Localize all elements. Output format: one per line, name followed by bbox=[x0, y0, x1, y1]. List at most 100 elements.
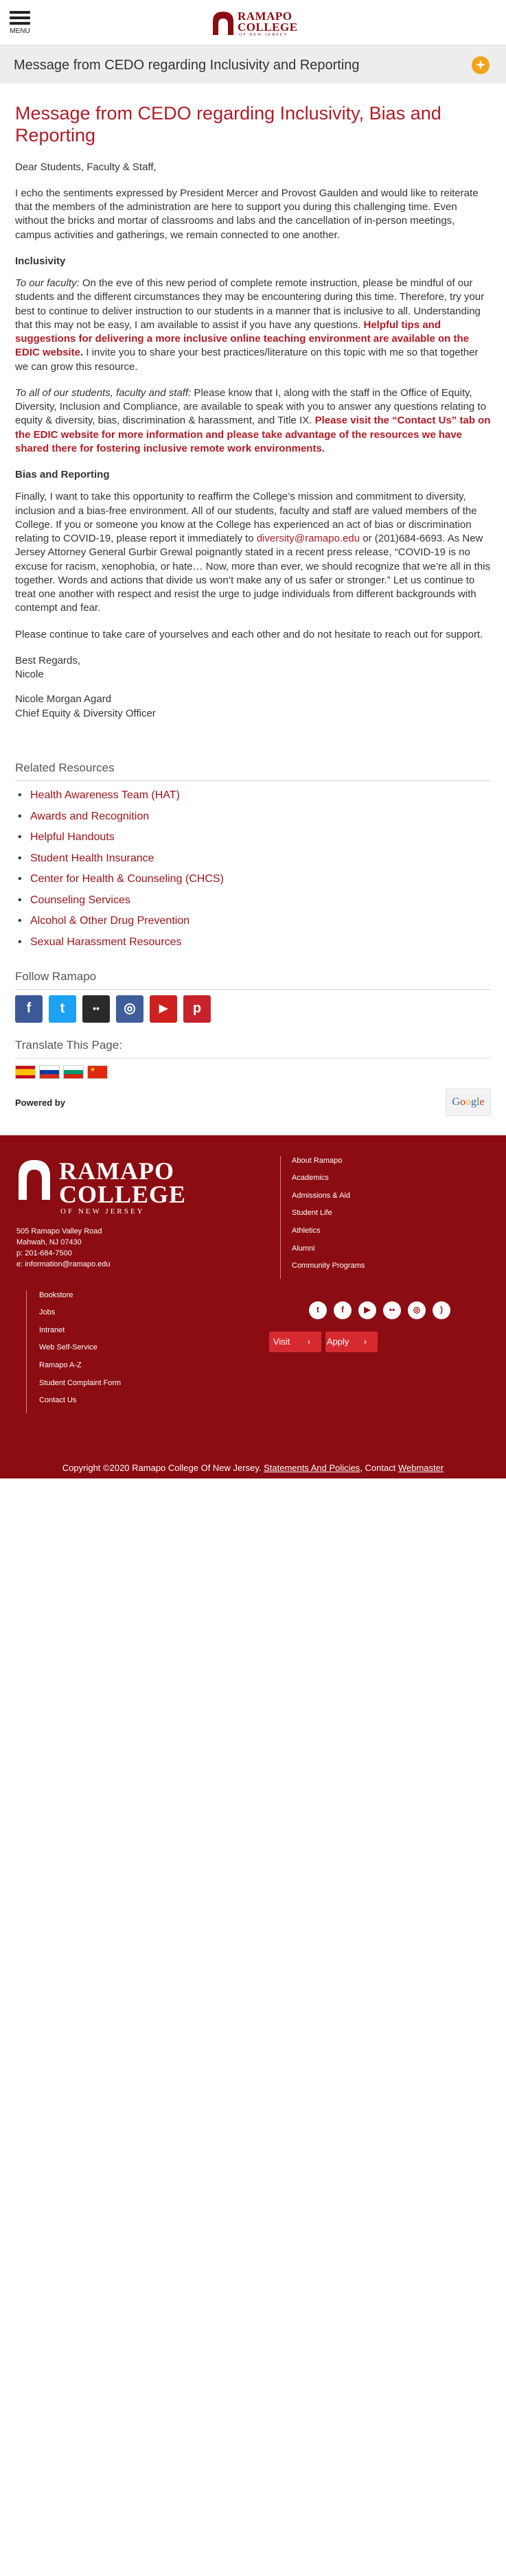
resource-link-hat[interactable]: Health Awareness Team (HAT) bbox=[18, 788, 491, 803]
instagram-icon[interactable]: ◎ bbox=[116, 995, 143, 1023]
menu-label: MENU bbox=[10, 27, 30, 35]
footer-link-alumni[interactable]: Alumni bbox=[292, 1244, 365, 1262]
footer-address: 505 Ramapo Valley Road Mahwah, NJ 07430 … bbox=[16, 1226, 111, 1270]
footer-logo-line3: OF NEW JERSEY bbox=[60, 1207, 145, 1216]
arch-logo-icon bbox=[213, 12, 233, 35]
footer-nav-secondary: Bookstore Jobs Intranet Web Self-Service… bbox=[26, 1290, 121, 1413]
powered-by-label: Powered by bbox=[15, 1097, 65, 1108]
resource-link-alcohol[interactable]: Alcohol & Other Drug Prevention bbox=[18, 914, 491, 929]
footer-logo[interactable]: RAMAPO COLLEGE OF NEW JERSEY bbox=[16, 1156, 185, 1218]
ramapo-logo[interactable]: RAMAPO COLLEGE OF NEW JERSEY bbox=[211, 8, 298, 38]
russian-flag-icon[interactable] bbox=[39, 1065, 60, 1079]
footer-link-complaint[interactable]: Student Complaint Form bbox=[39, 1378, 121, 1396]
instagram-icon[interactable]: ◎ bbox=[408, 1301, 426, 1319]
footer-link-bookstore[interactable]: Bookstore bbox=[39, 1290, 121, 1308]
resource-link-chcs[interactable]: Center for Health & Counseling (CHCS) bbox=[18, 872, 491, 887]
apply-button[interactable]: Apply › bbox=[325, 1331, 378, 1352]
faculty-after: I invite you to share your best practice… bbox=[15, 347, 479, 373]
follow-heading: Follow Ramapo bbox=[15, 969, 491, 990]
webmaster-link[interactable]: Webmaster bbox=[398, 1463, 444, 1473]
main-content: Message from CEDO regarding Inclusivity,… bbox=[0, 84, 506, 1119]
footer-link-a-z[interactable]: Ramapo A-Z bbox=[39, 1360, 121, 1378]
pinterest-icon[interactable]: p bbox=[183, 995, 211, 1023]
page-title-bar: Message from CEDO regarding Inclusivity … bbox=[0, 45, 506, 84]
bias-heading: Bias and Reporting bbox=[15, 469, 110, 481]
chevron-right-icon: › bbox=[352, 1331, 378, 1352]
resource-link-harassment[interactable]: Sexual Harassment Resources bbox=[18, 935, 491, 950]
facebook-icon[interactable]: f bbox=[15, 995, 43, 1023]
rss-icon[interactable]: ) bbox=[433, 1301, 450, 1319]
arch-logo-icon bbox=[19, 1159, 50, 1200]
hamburger-bar bbox=[10, 16, 30, 19]
footer-link-athletics[interactable]: Athletics bbox=[292, 1226, 365, 1244]
address-phone[interactable]: p: 201-684-7500 bbox=[16, 1248, 111, 1259]
facebook-icon[interactable]: f bbox=[334, 1301, 352, 1319]
hamburger-icon bbox=[10, 11, 30, 14]
logo-line3: OF NEW JERSEY bbox=[239, 33, 288, 37]
resource-link-handouts[interactable]: Helpful Handouts bbox=[18, 830, 491, 845]
signature-name: Nicole Morgan Agard bbox=[15, 693, 112, 706]
related-resources-list: Health Awareness Team (HAT) Awards and R… bbox=[15, 788, 491, 950]
faculty-lead: To our faculty: bbox=[15, 277, 80, 290]
menu-button[interactable]: MENU bbox=[10, 11, 30, 36]
visit-button[interactable]: Visit › bbox=[269, 1331, 321, 1352]
contact-label: Contact bbox=[365, 1462, 396, 1473]
bulgarian-flag-icon[interactable] bbox=[63, 1065, 84, 1079]
all-paragraph: To all of our students, faculty and staf… bbox=[15, 386, 491, 456]
twitter-icon[interactable]: t bbox=[309, 1301, 327, 1319]
greeting: Dear Students, Faculty & Staff, bbox=[15, 161, 157, 173]
chinese-flag-icon[interactable]: ★ bbox=[87, 1065, 108, 1079]
intro-paragraph: I echo the sentiments expressed by Presi… bbox=[15, 187, 479, 241]
related-resources-heading: Related Resources bbox=[15, 761, 491, 781]
footer-link-student-life[interactable]: Student Life bbox=[292, 1208, 365, 1226]
youtube-icon[interactable]: ▶ bbox=[358, 1301, 376, 1319]
address-email[interactable]: e: information@ramapo.edu bbox=[16, 1259, 111, 1270]
page-title: Message from CEDO regarding Inclusivity … bbox=[14, 58, 360, 73]
signature: Nicole Morgan Agard Chief Equity & Divers… bbox=[15, 693, 491, 721]
translate-heading: Translate This Page: bbox=[15, 1038, 491, 1058]
footer-link-admissions[interactable]: Admissions & Aid bbox=[292, 1191, 365, 1209]
footer-link-about[interactable]: About Ramapo bbox=[292, 1156, 365, 1174]
footer-link-intranet[interactable]: Intranet bbox=[39, 1325, 121, 1343]
footer-link-community[interactable]: Community Programs bbox=[292, 1261, 365, 1279]
footer-copyright: Copyright ©2020 Ramapo College Of New Je… bbox=[62, 1462, 444, 1473]
diversity-email-link[interactable]: diversity@ramapo.edu bbox=[257, 533, 360, 544]
resource-link-awards[interactable]: Awards and Recognition bbox=[18, 809, 491, 824]
all-lead: To all of our students, faculty and staf… bbox=[15, 386, 192, 399]
resource-link-insurance[interactable]: Student Health Insurance bbox=[18, 851, 491, 866]
powered-by-google: Powered by Google bbox=[15, 1088, 491, 1119]
google-logo[interactable]: Google bbox=[446, 1088, 491, 1116]
hamburger-bar bbox=[10, 22, 30, 25]
translate-flags: ★ bbox=[15, 1065, 491, 1079]
youtube-icon[interactable]: ▶ bbox=[150, 995, 177, 1023]
regards-name: Nicole bbox=[15, 669, 44, 681]
article-title: Message from CEDO regarding Inclusivity,… bbox=[15, 103, 441, 146]
address-street: 505 Ramapo Valley Road bbox=[16, 1227, 102, 1235]
chevron-right-icon: › bbox=[296, 1331, 321, 1352]
signature-title: Chief Equity & Diversity Officer bbox=[15, 707, 156, 719]
expand-plus-icon[interactable]: + bbox=[472, 56, 490, 74]
regards: Best Regards, Nicole bbox=[15, 654, 491, 682]
spanish-flag-icon[interactable] bbox=[15, 1065, 36, 1079]
footer-link-contact[interactable]: Contact Us bbox=[39, 1395, 121, 1413]
inclusivity-heading: Inclusivity bbox=[15, 255, 66, 267]
footer-social-icons: t f ▶ •• ◎ ) bbox=[309, 1301, 450, 1319]
address-city: Mahwah, NJ 07430 bbox=[16, 1238, 82, 1246]
footer-link-self-service[interactable]: Web Self-Service bbox=[39, 1343, 121, 1360]
closing-paragraph: Please continue to take care of yourselv… bbox=[15, 628, 483, 640]
apply-label: Apply bbox=[325, 1331, 351, 1352]
statements-link[interactable]: Statements And Policies bbox=[264, 1463, 360, 1473]
regards-line: Best Regards, bbox=[15, 654, 81, 666]
footer-cta-buttons: Visit › Apply › bbox=[269, 1331, 378, 1352]
footer-link-academics[interactable]: Academics bbox=[292, 1173, 365, 1191]
footer-link-jobs[interactable]: Jobs bbox=[39, 1308, 121, 1325]
resource-link-counseling[interactable]: Counseling Services bbox=[18, 893, 491, 908]
footer-nav-primary: About Ramapo Academics Admissions & Aid … bbox=[280, 1155, 365, 1279]
copyright-text: Copyright ©2020 Ramapo College Of New Je… bbox=[62, 1462, 262, 1473]
flickr-icon[interactable]: •• bbox=[82, 995, 110, 1023]
twitter-icon[interactable]: t bbox=[49, 995, 76, 1023]
site-header: MENU RAMAPO COLLEGE OF NEW JERSEY bbox=[0, 0, 506, 45]
faculty-paragraph: To our faculty: On the eve of this new p… bbox=[15, 277, 491, 374]
visit-label: Visit bbox=[269, 1331, 295, 1352]
flickr-icon[interactable]: •• bbox=[383, 1301, 401, 1319]
